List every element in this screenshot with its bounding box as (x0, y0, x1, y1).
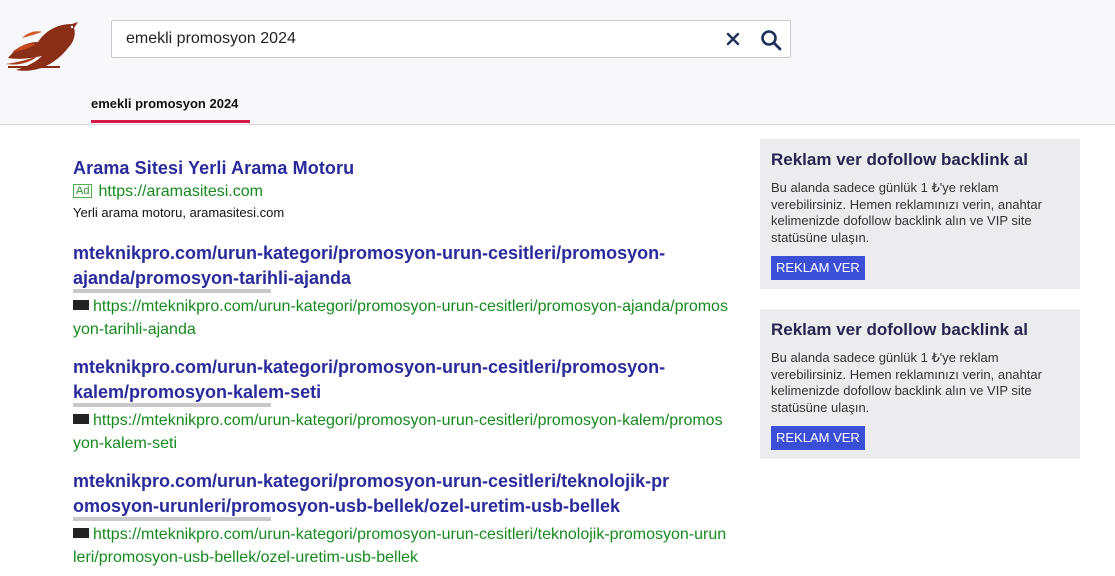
search-result: mteknikpro.com/urun-kategori/promosyon-u… (73, 469, 733, 569)
search-icon[interactable] (760, 29, 782, 51)
sidebar-ad-text: Bu alanda sadece günlük 1 ₺'ye reklam ve… (771, 350, 1042, 415)
favicon-icon (73, 300, 89, 310)
results-list: Arama Sitesi Yerli Arama Motoru Ad https:… (73, 157, 733, 569)
sidebar-ad-title: Reklam ver dofollow backlink al (771, 320, 1028, 339)
favicon-icon (73, 414, 89, 424)
sidebar-ad-card: Reklam ver dofollow backlink al Bu aland… (760, 139, 1080, 289)
ad-badge: Ad (73, 184, 93, 198)
result-url-row: https://mteknikpro.com/urun-kategori/pro… (73, 295, 728, 341)
active-tab-indicator (91, 120, 250, 123)
header: emekli promosyon 2024 (0, 0, 1115, 125)
result-url[interactable]: https://mteknikpro.com/urun-kategori/pro… (73, 412, 723, 452)
advertise-button[interactable]: REKLAM VER (771, 256, 865, 280)
ad-result-title[interactable]: Arama Sitesi Yerli Arama Motoru (73, 157, 733, 179)
ad-result-description: Yerli arama motoru, aramasitesi.com (73, 205, 285, 220)
search-result: mteknikpro.com/urun-kategori/promosyon-u… (73, 355, 733, 455)
site-logo[interactable] (2, 18, 82, 76)
sidebar-ad-text: Bu alanda sadece günlük 1 ₺'ye reklam ve… (771, 180, 1042, 245)
tab-all-results[interactable]: emekli promosyon 2024 (91, 96, 250, 123)
sidebar-ad-card: Reklam ver dofollow backlink al Bu aland… (760, 309, 1080, 459)
result-url-row: https://mteknikpro.com/urun-kategori/pro… (73, 523, 728, 569)
result-url-row: https://mteknikpro.com/urun-kategori/pro… (73, 409, 728, 455)
ad-url-row: Ad https://aramasitesi.com (73, 182, 733, 202)
search-input[interactable] (126, 21, 716, 57)
ad-result-url[interactable]: https://aramasitesi.com (98, 183, 263, 200)
result-title[interactable]: mteknikpro.com/urun-kategori/promosyon-u… (73, 469, 673, 519)
search-bar (111, 20, 791, 58)
result-title[interactable]: mteknikpro.com/urun-kategori/promosyon-u… (73, 241, 673, 291)
ad-result: Arama Sitesi Yerli Arama Motoru Ad https:… (73, 157, 733, 221)
result-title[interactable]: mteknikpro.com/urun-kategori/promosyon-u… (73, 355, 673, 405)
tab-label: emekli promosyon 2024 (91, 96, 239, 111)
sidebar-ad-title: Reklam ver dofollow backlink al (771, 150, 1028, 169)
close-icon[interactable] (726, 32, 740, 46)
result-url[interactable]: https://mteknikpro.com/urun-kategori/pro… (73, 526, 726, 566)
advertise-button[interactable]: REKLAM VER (771, 426, 865, 450)
favicon-icon (73, 528, 89, 538)
search-result: mteknikpro.com/urun-kategori/promosyon-u… (73, 241, 733, 341)
result-url[interactable]: https://mteknikpro.com/urun-kategori/pro… (73, 298, 728, 338)
